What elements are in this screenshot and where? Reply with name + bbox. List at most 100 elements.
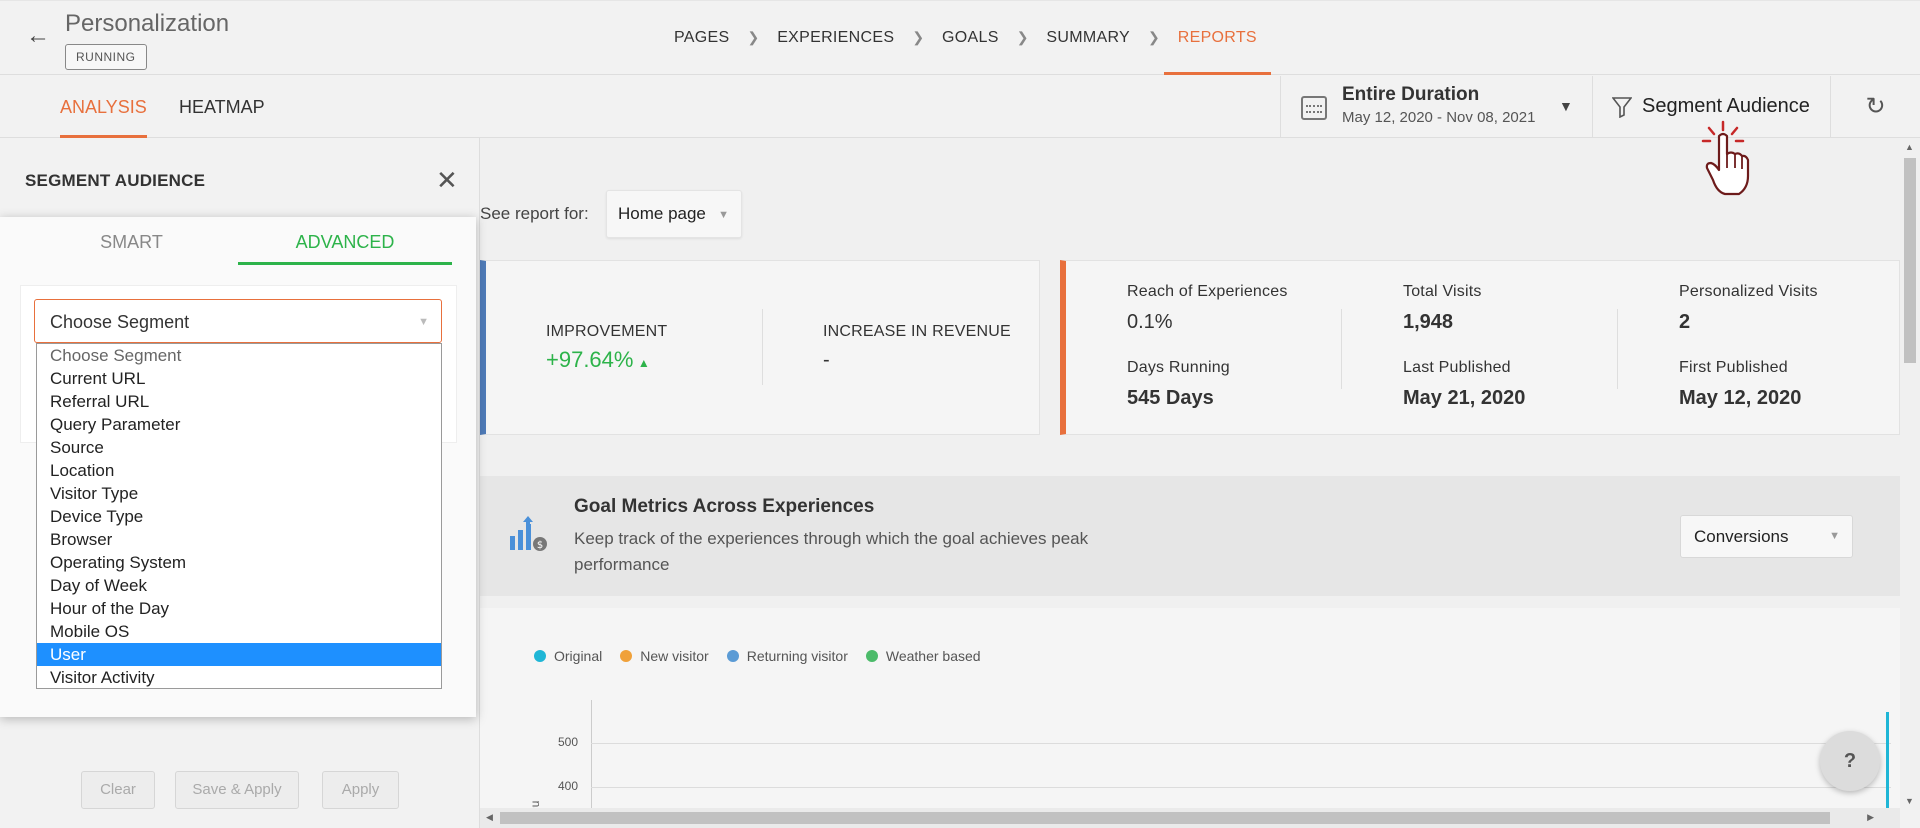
- clear-button[interactable]: Clear: [81, 771, 155, 809]
- series-line-original: [1886, 712, 1889, 808]
- dropdown-option-highlighted[interactable]: User: [37, 643, 441, 666]
- legend-item[interactable]: Original: [534, 648, 602, 664]
- tab-smart[interactable]: SMART: [25, 217, 238, 265]
- dropdown-option[interactable]: Referral URL: [37, 390, 441, 413]
- back-arrow-icon[interactable]: ←: [26, 22, 50, 50]
- grid-line: [591, 743, 1891, 744]
- dropdown-option[interactable]: Device Type: [37, 505, 441, 528]
- metric-select-value: Conversions: [1694, 527, 1789, 546]
- last-published-label: Last Published: [1403, 359, 1511, 376]
- vertical-scrollbar[interactable]: ▲ ▼: [1900, 138, 1920, 810]
- date-range-picker[interactable]: Entire Duration May 12, 2020 - Nov 08, 2…: [1280, 76, 1593, 138]
- legend-dot: [726, 650, 739, 662]
- personalized-visits-value: 2: [1679, 311, 1691, 333]
- y-axis-line: [591, 700, 592, 808]
- page-title: Personalization: [65, 10, 230, 37]
- calendar-icon: [1301, 96, 1327, 120]
- y-tick-label: 500: [558, 735, 579, 749]
- improvement-card: IMPROVEMENT +97.64% ▲ INCREASE IN REVENU…: [480, 260, 1040, 435]
- dropdown-option[interactable]: Current URL: [37, 367, 441, 390]
- improvement-value-row: +97.64% ▲: [546, 347, 650, 373]
- dropdown-option[interactable]: Operating System: [37, 551, 441, 574]
- save-apply-button[interactable]: Save & Apply: [175, 771, 299, 809]
- segment-dropdown-list: Choose Segment Current URL Referral URL …: [36, 343, 442, 689]
- tab-analysis[interactable]: ANALYSIS: [60, 76, 147, 138]
- dropdown-option[interactable]: Day of Week: [37, 574, 441, 597]
- horizontal-scrollbar[interactable]: ◀ ▶: [480, 808, 1900, 828]
- caret-down-icon: ▼: [418, 316, 429, 328]
- stats-card: Reach of Experiences 0.1% Days Running 5…: [1060, 260, 1900, 435]
- step-goals[interactable]: GOALS: [928, 0, 1013, 75]
- total-visits-label: Total Visits: [1403, 283, 1482, 300]
- chevron-right-icon: ❯: [747, 29, 760, 45]
- step-summary[interactable]: SUMMARY: [1032, 0, 1144, 75]
- personalized-visits-label: Personalized Visits: [1679, 283, 1818, 300]
- goal-metrics-description: Keep track of the experiences through wh…: [574, 529, 1089, 574]
- tab-heatmap[interactable]: HEATMAP: [179, 76, 265, 138]
- chevron-right-icon: ❯: [912, 29, 925, 45]
- improvement-label: IMPROVEMENT: [546, 323, 668, 340]
- first-published-value: May 12, 2020: [1679, 387, 1802, 409]
- scroll-up-icon[interactable]: ▲: [1905, 142, 1914, 152]
- dropdown-option[interactable]: Location: [37, 459, 441, 482]
- legend-dot: [534, 650, 546, 662]
- step-experiences[interactable]: EXPERIENCES: [763, 0, 908, 75]
- chevron-right-icon: ❯: [1016, 29, 1029, 45]
- chart-legend: Original New visitor Returning visitor W…: [534, 648, 981, 664]
- divider: [762, 309, 763, 385]
- close-icon[interactable]: ✕: [436, 165, 458, 196]
- refresh-icon[interactable]: ↻: [1830, 76, 1920, 138]
- days-running-value: 545 Days: [1127, 387, 1214, 409]
- scroll-right-icon[interactable]: ▶: [1867, 812, 1874, 823]
- legend-dot: [620, 650, 633, 662]
- dropdown-option[interactable]: Mobile OS: [37, 620, 441, 643]
- segment-audience-label: Segment Audience: [1642, 95, 1810, 117]
- dropdown-option[interactable]: Source: [37, 436, 441, 459]
- revenue-label: INCREASE IN REVENUE: [823, 323, 1011, 340]
- scroll-left-icon[interactable]: ◀: [486, 812, 493, 823]
- panel-title: SEGMENT AUDIENCE: [25, 171, 206, 190]
- revenue-value: -: [823, 349, 830, 371]
- y-tick-label: 400: [558, 779, 579, 793]
- filter-icon: [1611, 96, 1633, 124]
- legend-item[interactable]: New visitor: [620, 648, 709, 664]
- tab-advanced[interactable]: ADVANCED: [238, 217, 452, 265]
- step-pages[interactable]: PAGES: [660, 0, 743, 75]
- see-report-label: See report for:: [480, 204, 589, 223]
- svg-text:$: $: [537, 540, 543, 551]
- goal-metrics-title: Goal Metrics Across Experiences: [574, 496, 875, 517]
- last-published-value: May 21, 2020: [1403, 387, 1526, 409]
- apply-button[interactable]: Apply: [322, 771, 399, 809]
- scrollbar-thumb[interactable]: [500, 812, 1830, 824]
- dropdown-option[interactable]: Visitor Type: [37, 482, 441, 505]
- legend-label: Weather based: [885, 648, 981, 664]
- dropdown-option[interactable]: Choose Segment: [37, 344, 441, 367]
- dropdown-option[interactable]: Browser: [37, 528, 441, 551]
- trend-up-icon: ▲: [637, 356, 650, 370]
- caret-down-icon: ▼: [718, 209, 729, 221]
- page-select-value: Home page: [618, 204, 706, 223]
- goal-chart-icon: $: [508, 514, 550, 559]
- dropdown-option[interactable]: Hour of the Day: [37, 597, 441, 620]
- help-button[interactable]: ?: [1820, 731, 1880, 791]
- reach-label: Reach of Experiences: [1127, 283, 1288, 300]
- dropdown-option[interactable]: Visitor Activity: [37, 666, 441, 689]
- divider: [1341, 309, 1342, 389]
- legend-item[interactable]: Weather based: [865, 648, 981, 664]
- dropdown-option[interactable]: Query Parameter: [37, 413, 441, 436]
- segment-select[interactable]: Choose Segment ▼: [34, 299, 442, 343]
- page-select[interactable]: Home page ▼: [606, 190, 742, 238]
- date-range-title: Entire Duration: [1342, 84, 1480, 105]
- step-reports[interactable]: REPORTS: [1163, 0, 1272, 75]
- legend-item[interactable]: Returning visitor: [726, 648, 848, 664]
- divider: [1617, 309, 1618, 389]
- scroll-down-icon[interactable]: ▼: [1905, 796, 1914, 806]
- days-running-label: Days Running: [1127, 359, 1230, 376]
- step-navigation: PAGES ❯ EXPERIENCES ❯ GOALS ❯ SUMMARY ❯ …: [660, 0, 1272, 75]
- scrollbar-thumb[interactable]: [1904, 158, 1916, 363]
- segment-select-value: Choose Segment: [50, 312, 190, 332]
- legend-label: Original: [554, 648, 603, 664]
- legend-label: Returning visitor: [746, 648, 848, 664]
- metric-select[interactable]: Conversions ▼: [1680, 515, 1853, 558]
- reach-value: 0.1%: [1127, 311, 1173, 333]
